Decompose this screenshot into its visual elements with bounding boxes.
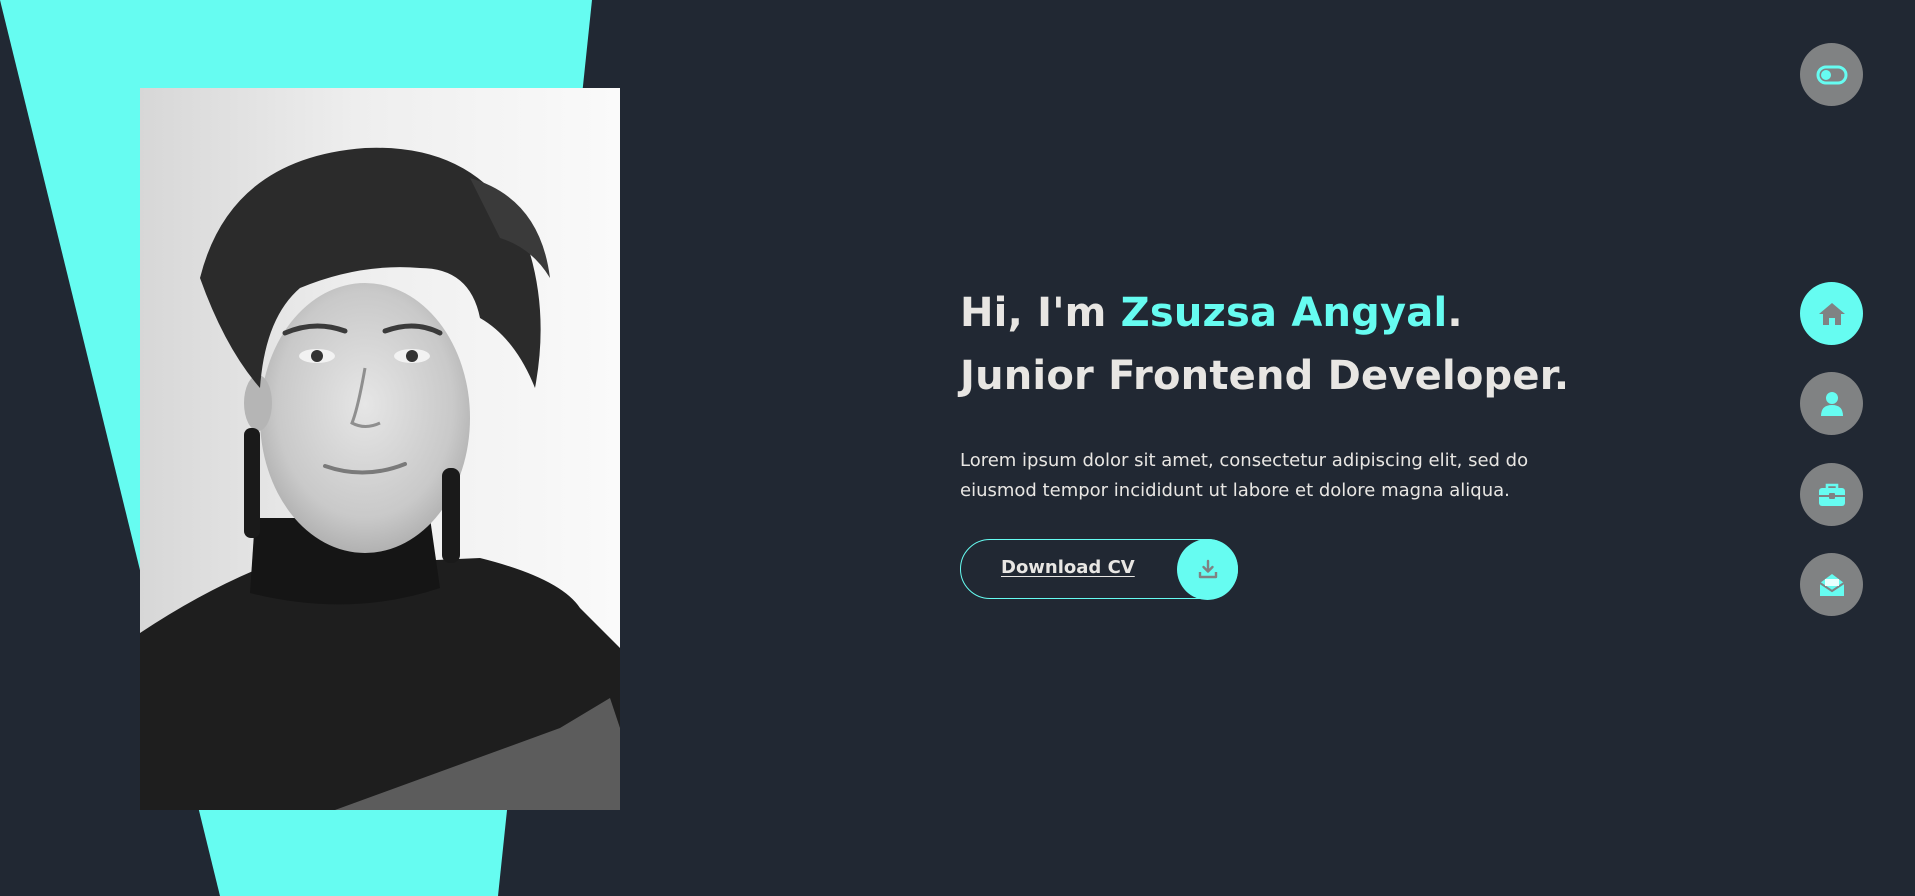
user-icon [1820,391,1843,416]
nav-portfolio-button[interactable] [1800,463,1863,526]
toggle-icon [1816,65,1847,84]
nav-about-button[interactable] [1800,372,1863,435]
hero-description: Lorem ipsum dolor sit amet, consectetur … [960,450,1529,501]
nav-home-button[interactable] [1800,282,1863,345]
download-cv-button[interactable]: Download CV [960,539,1238,600]
greeting-text: Hi, I'm [960,290,1121,336]
download-cv-label[interactable]: Download CV [1001,557,1135,578]
home-icon [1818,302,1845,325]
name-highlight: Zsuzsa Angyal [1120,290,1448,336]
page: Hi, I'm Zsuzsa Angyal. Junior Frontend D… [0,0,1915,896]
envelope-open-icon [1818,573,1845,596]
theme-toggle-button[interactable] [1800,43,1863,106]
nav-contact-button[interactable] [1800,553,1863,616]
greeting-period: . [1447,290,1463,336]
hero-section: Hi, I'm Zsuzsa Angyal. Junior Frontend D… [960,282,1600,600]
hero-heading: Hi, I'm Zsuzsa Angyal. Junior Frontend D… [960,282,1600,408]
portrait-photo [140,88,620,810]
role-text: Junior Frontend Developer. [960,353,1570,399]
download-icon[interactable] [1177,539,1238,600]
briefcase-icon [1818,483,1845,506]
